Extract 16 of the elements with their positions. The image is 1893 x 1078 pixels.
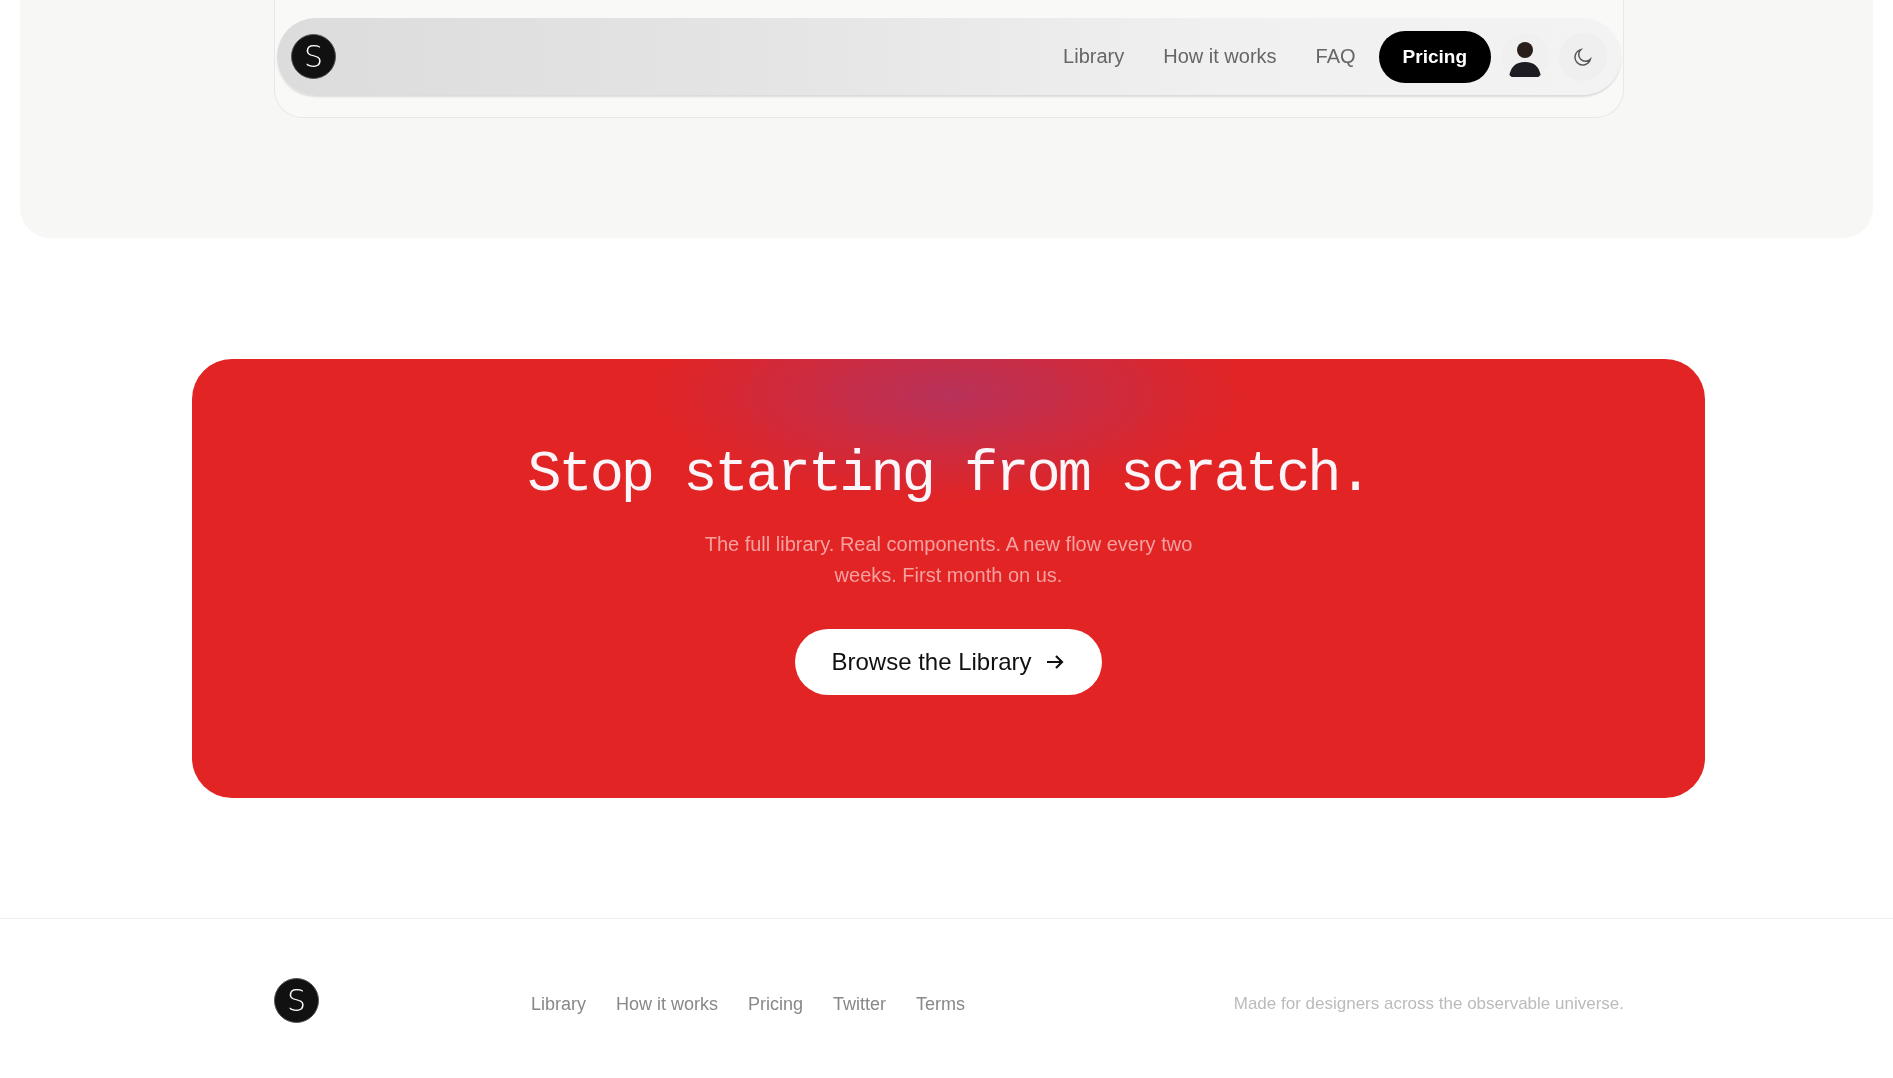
footer-link[interactable]: How it works bbox=[616, 994, 719, 1015]
logo[interactable]: S bbox=[274, 978, 319, 1023]
footer-tagline: Made for designers across the observable universe. bbox=[1233, 993, 1624, 1014]
footer-link[interactable]: Library bbox=[531, 994, 587, 1015]
footer-link[interactable]: Twitter bbox=[833, 994, 887, 1015]
footer-link[interactable]: Terms bbox=[916, 994, 966, 1015]
logo[interactable]: S bbox=[291, 34, 336, 79]
cta-title: Stop starting from scratch. bbox=[527, 443, 1370, 507]
moon-icon bbox=[1572, 45, 1594, 68]
nav-link[interactable]: How it works bbox=[1163, 45, 1277, 68]
nav-link[interactable]: FAQ bbox=[1315, 45, 1356, 68]
cta-subtitle: The full library. Real components. A new flow every two weeks. First month on us. bbox=[703, 532, 1194, 588]
pricing-button[interactable]: Pricing bbox=[1378, 30, 1491, 83]
nav-link[interactable]: Library bbox=[1063, 45, 1125, 68]
footer-link[interactable]: Pricing bbox=[748, 994, 804, 1015]
browse-button[interactable]: Browse the Library bbox=[795, 629, 1102, 695]
